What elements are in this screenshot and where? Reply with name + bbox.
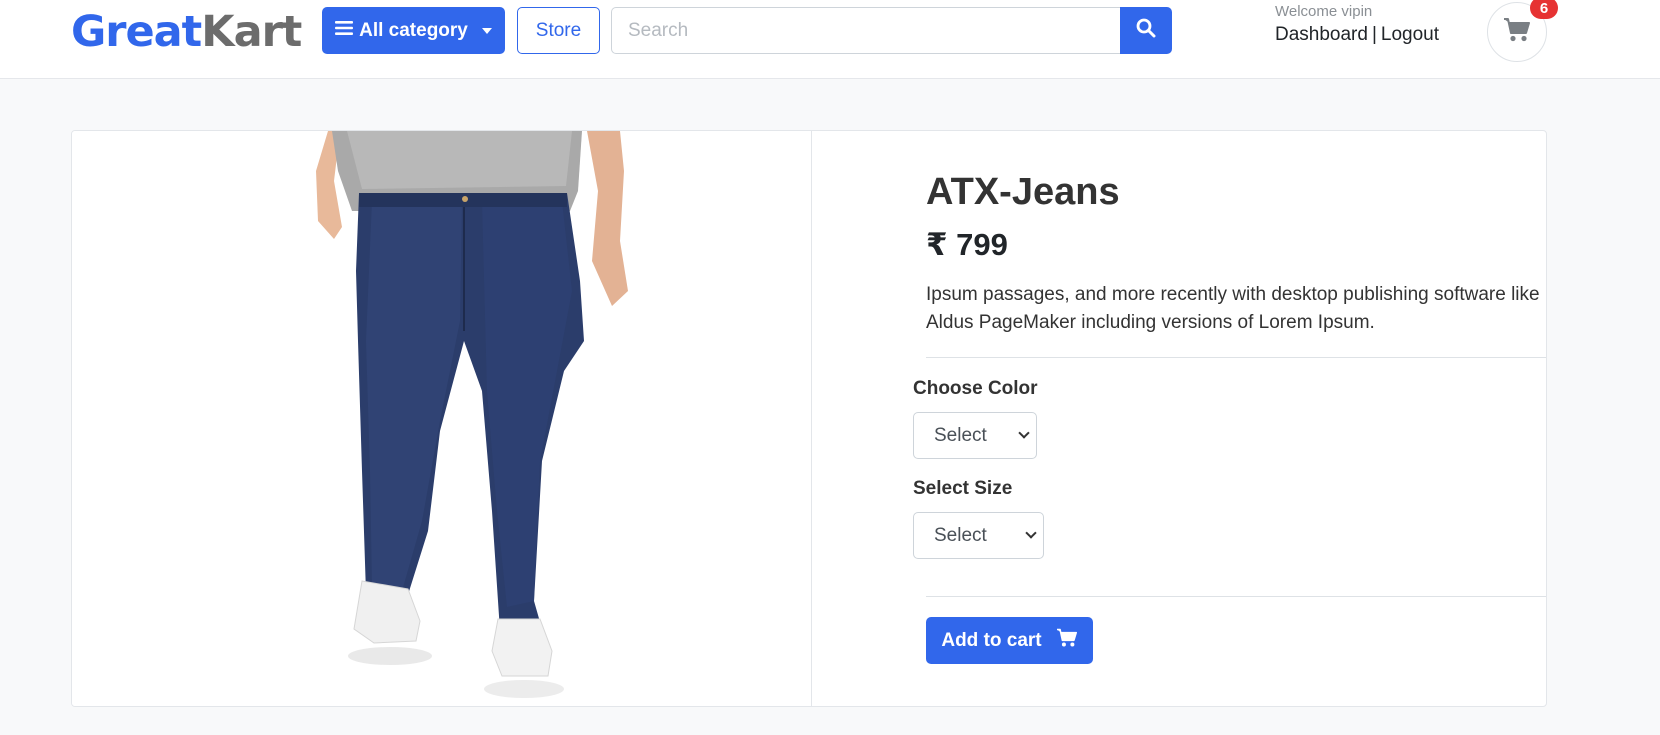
- size-select[interactable]: Select: [913, 512, 1044, 559]
- site-header: GreatKart All category Store Welcome vip…: [0, 0, 1660, 79]
- divider: [926, 357, 1546, 358]
- add-to-cart-label: Add to cart: [941, 629, 1042, 651]
- chevron-down-icon: [1018, 427, 1030, 439]
- search-icon: [1136, 18, 1156, 43]
- product-info: ATX-Jeans ₹ 799 Ipsum passages, and more…: [812, 131, 1546, 706]
- all-category-label: All category: [359, 19, 468, 41]
- color-select-value: Select: [934, 424, 987, 446]
- bars-icon: [335, 20, 354, 42]
- logout-link[interactable]: Logout: [1381, 24, 1439, 45]
- size-label: Select Size: [913, 478, 1013, 499]
- shopping-cart-icon: [1503, 17, 1531, 48]
- color-label: Choose Color: [913, 378, 1038, 399]
- divider: [926, 596, 1546, 597]
- dashboard-link[interactable]: Dashboard: [1275, 24, 1368, 45]
- size-select-value: Select: [934, 524, 987, 546]
- product-price: ₹ 799: [926, 227, 1008, 262]
- caret-down-icon: [481, 27, 492, 34]
- product-description: Ipsum passages, and more recently with d…: [926, 284, 1540, 333]
- welcome-text: Welcome vipin: [1275, 3, 1373, 20]
- search-input[interactable]: [611, 7, 1120, 54]
- cart-count-badge: 6: [1530, 0, 1558, 19]
- color-select[interactable]: Select: [913, 412, 1037, 459]
- chevron-down-icon: [1025, 527, 1037, 539]
- link-separator: |: [1371, 24, 1377, 45]
- jeans-illustration: [316, 131, 628, 698]
- site-logo[interactable]: GreatKart: [71, 7, 302, 57]
- logo-kart: Kart: [201, 7, 302, 57]
- shopping-cart-icon: [1056, 628, 1078, 654]
- product-title: ATX-Jeans: [926, 171, 1120, 213]
- all-category-button[interactable]: All category: [322, 7, 505, 54]
- search-button[interactable]: [1120, 7, 1172, 54]
- product-image: [72, 131, 812, 706]
- product-card: ATX-Jeans ₹ 799 Ipsum passages, and more…: [71, 130, 1547, 707]
- logo-great: Great: [71, 7, 202, 57]
- add-to-cart-button[interactable]: Add to cart: [926, 617, 1093, 664]
- account-links: Dashboard | Logout: [1275, 24, 1439, 46]
- store-button[interactable]: Store: [517, 7, 600, 54]
